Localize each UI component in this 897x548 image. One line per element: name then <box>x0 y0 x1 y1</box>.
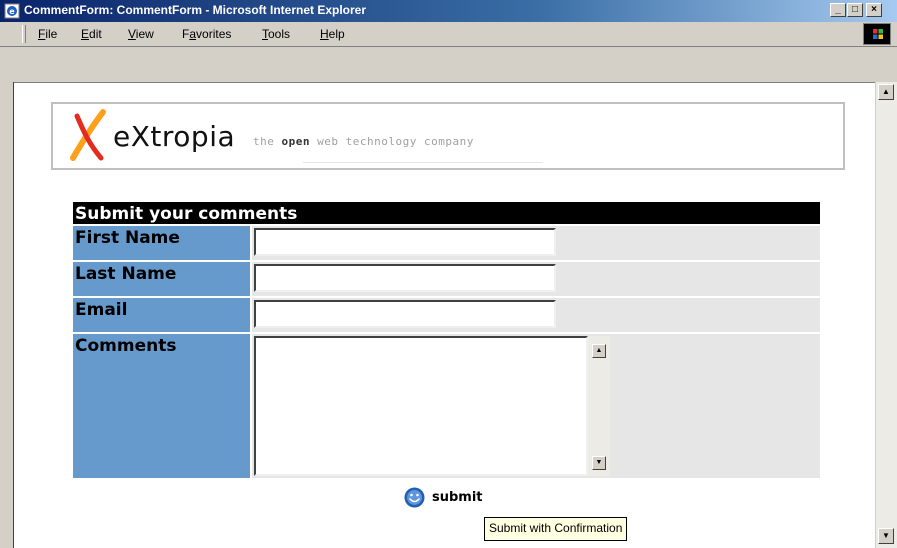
comments-label: Comments <box>73 334 250 478</box>
comments-cell: ▲ ▼ <box>252 334 820 478</box>
email-input[interactable] <box>254 300 556 328</box>
ie-page-icon: e <box>4 3 20 19</box>
comments-textarea[interactable] <box>254 336 588 476</box>
menu-view[interactable]: View <box>128 27 154 41</box>
tagline: the open web technology company <box>253 135 474 148</box>
menu-edit[interactable]: Edit <box>81 27 102 41</box>
maximize-button[interactable]: □ <box>847 3 863 17</box>
windows-flag-icon <box>873 29 883 39</box>
menu-file[interactable]: File <box>38 27 57 41</box>
first-name-input[interactable] <box>254 228 556 256</box>
submit-tooltip: Submit with Confirmation <box>484 517 628 541</box>
extropia-x-logo <box>70 109 106 161</box>
window-left-border <box>0 82 14 548</box>
textarea-scroll-down-icon[interactable]: ▼ <box>592 456 606 470</box>
first-name-row: First Name <box>73 226 820 260</box>
menu-bar: File Edit View Favorites Tools Help <box>0 22 897 47</box>
menu-favorites[interactable]: Favorites <box>182 27 231 41</box>
submit-label: submit <box>432 489 483 505</box>
first-name-cell <box>252 226 820 260</box>
menu-help[interactable]: Help <box>320 27 345 41</box>
last-name-cell <box>252 262 820 296</box>
window-title: CommentForm: CommentForm - Microsoft Int… <box>24 3 367 17</box>
email-label: Email <box>73 298 250 332</box>
first-name-label: First Name <box>73 226 250 260</box>
banner-divider <box>303 162 543 163</box>
email-row: Email <box>73 298 820 332</box>
scroll-down-arrow-icon[interactable]: ▼ <box>878 528 894 544</box>
toolbar-area <box>0 47 897 83</box>
last-name-row: Last Name <box>73 262 820 296</box>
form-header: Submit your comments <box>73 202 820 224</box>
window-title-bar[interactable]: e CommentForm: CommentForm - Microsoft I… <box>0 0 897 22</box>
email-cell <box>252 298 820 332</box>
last-name-input[interactable] <box>254 264 556 292</box>
close-button[interactable]: × <box>866 3 882 17</box>
minimize-button[interactable]: _ <box>830 3 846 17</box>
textarea-scroll-up-icon[interactable]: ▲ <box>592 344 606 358</box>
comments-scrollbar[interactable]: ▲ ▼ <box>588 336 610 476</box>
menu-grip[interactable] <box>22 25 26 43</box>
site-banner: eXtropia the open web technology company <box>51 102 845 170</box>
menu-tools[interactable]: Tools <box>262 27 290 41</box>
comments-row: Comments ▲ ▼ <box>73 334 820 478</box>
last-name-label: Last Name <box>73 262 250 296</box>
smiley-icon <box>404 487 425 507</box>
logo-text: eXtropia <box>113 120 236 153</box>
scroll-up-arrow-icon[interactable]: ▲ <box>878 84 894 100</box>
page-scrollbar[interactable]: ▲ ▼ <box>875 82 897 548</box>
svg-text:e: e <box>9 7 15 16</box>
comments-wrapper: ▲ ▼ <box>254 336 610 476</box>
submit-button[interactable]: submit <box>404 485 483 509</box>
windows-logo <box>863 23 891 45</box>
